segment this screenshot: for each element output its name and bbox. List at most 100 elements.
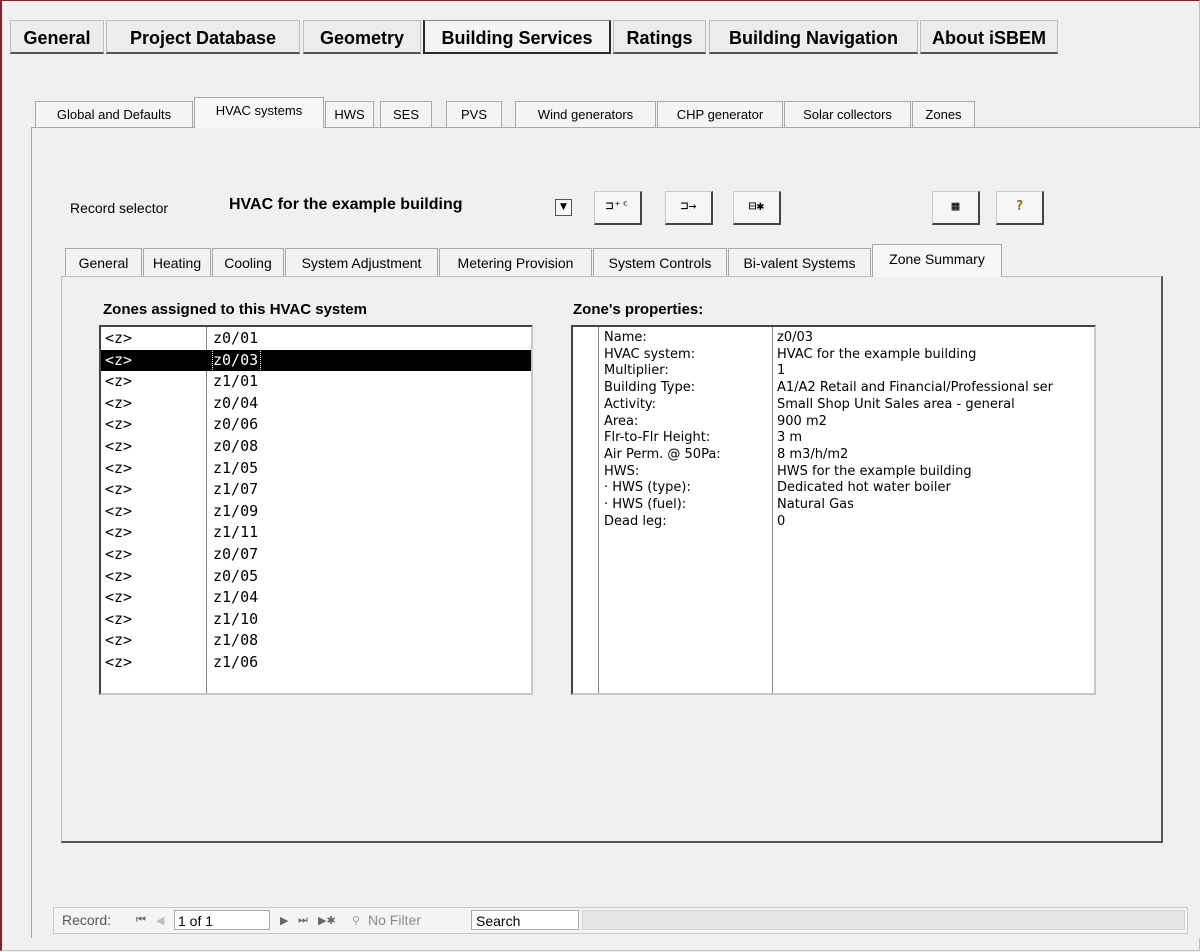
zone-list-row[interactable]: <z> z0/05 — [101, 566, 531, 587]
property-value: Natural Gas — [777, 497, 854, 512]
zone-list-row[interactable]: <z> z1/11 — [101, 522, 531, 543]
property-value: 8 m3/h/m2 — [777, 446, 849, 462]
zone-type-cell: <z> — [105, 545, 133, 563]
zone-type-cell: <z> — [105, 588, 133, 607]
help-icon: ? — [1015, 199, 1024, 214]
zone-name-cell: z1/01 — [213, 372, 259, 391]
no-filter-label[interactable]: No Filter — [368, 912, 421, 928]
tab-pvs[interactable]: PVS — [446, 101, 502, 127]
property-value: 1 — [777, 363, 786, 379]
filter-icon[interactable]: ⚲ — [352, 914, 360, 927]
delete-record-icon: ⊟✱ — [748, 199, 765, 214]
zone-list-row[interactable]: <z> z1/06 — [101, 652, 531, 673]
property-value: Dedicated hot water boiler — [777, 480, 951, 496]
tab-about-isbem[interactable]: About iSBEM — [920, 20, 1058, 54]
tab-global-and-defaults[interactable]: Global and Defaults — [35, 101, 193, 127]
tab-bi-valent-systems[interactable]: Bi-valent Systems — [728, 248, 871, 276]
tab-hvac-cooling[interactable]: Cooling — [212, 248, 284, 276]
tab-zones[interactable]: Zones — [912, 101, 975, 127]
property-value: HWS for the example building — [777, 463, 972, 479]
zone-list-row[interactable]: <z> z0/07 — [101, 544, 531, 565]
zone-name-cell: z0/08 — [213, 437, 259, 455]
tab-hvac-systems[interactable]: HVAC systems — [194, 97, 324, 128]
zone-properties-title: Zone's properties: — [573, 301, 704, 318]
zone-type-cell: <z> — [105, 415, 133, 434]
zone-list-row[interactable]: <z> z0/01 — [101, 328, 531, 349]
zone-property-row: Multiplier: 1 — [573, 363, 1094, 379]
help-button[interactable]: ? — [996, 191, 1044, 225]
tab-hvac-general[interactable]: General — [65, 248, 142, 276]
tab-building-navigation[interactable]: Building Navigation — [709, 20, 918, 54]
record-selector-value: HVAC for the example building — [229, 196, 463, 213]
tab-zone-summary[interactable]: Zone Summary — [872, 244, 1002, 277]
tab-system-controls[interactable]: System Controls — [593, 248, 727, 276]
zone-list-row[interactable]: <z> z1/10 — [101, 609, 531, 630]
copy-record-button[interactable]: ⊐→ — [665, 191, 713, 225]
property-key: Multiplier: — [604, 363, 669, 379]
zone-properties-list: Name: z0/03 HVAC system: HVAC for the examp… — [571, 325, 1096, 695]
tab-system-adjustment[interactable]: System Adjustment — [285, 248, 438, 276]
chevron-down-icon[interactable]: ▼ — [555, 199, 572, 216]
zone-list-row[interactable]: <z> z1/04 — [101, 587, 531, 608]
zone-type-cell: <z> — [105, 458, 133, 477]
tab-general[interactable]: General — [10, 20, 104, 54]
zone-property-row: Area: 900 m2 — [573, 414, 1094, 430]
zone-list-row[interactable]: <z> z1/01 — [101, 371, 531, 392]
zone-property-row: HVAC system: HVAC for the example buildin… — [573, 347, 1094, 363]
tab-geometry[interactable]: Geometry — [303, 20, 421, 54]
previous-record-icon[interactable]: ◀ — [156, 914, 164, 927]
zone-type-cell: <z> — [105, 393, 133, 412]
tab-project-database[interactable]: Project Database — [106, 20, 300, 54]
tab-wind-generators[interactable]: Wind generators — [515, 101, 656, 127]
zone-property-row: Dead leg: 0 — [573, 514, 1094, 530]
new-record-icon[interactable]: ▶✱ — [318, 914, 336, 927]
zone-type-cell: <z> — [105, 523, 133, 542]
zone-list-row[interactable]: <z> z1/07 — [101, 479, 531, 500]
horizontal-scrollbar[interactable] — [582, 910, 1185, 930]
delete-record-button[interactable]: ⊟✱ — [733, 191, 781, 225]
property-value: Small Shop Unit Sales area - general — [777, 396, 1015, 412]
zone-list-row[interactable]: <z> z1/05 — [101, 458, 531, 479]
property-key: · HWS (type): — [604, 480, 691, 496]
last-record-icon[interactable]: ⏭ — [298, 914, 308, 927]
zone-type-cell: <z> — [105, 653, 133, 671]
add-record-button[interactable]: ⊐⁺ᶜ — [594, 191, 642, 225]
zone-list-row[interactable]: <z> z0/08 — [101, 436, 531, 457]
first-record-icon[interactable]: ⏮ — [136, 914, 146, 927]
property-key: · HWS (fuel): — [604, 497, 687, 512]
property-value: HVAC for the example building — [777, 346, 977, 362]
zone-list-row[interactable]: <z> z0/06 — [101, 414, 531, 435]
next-record-icon[interactable]: ▶ — [280, 914, 288, 927]
zone-name-cell: z0/04 — [213, 393, 259, 412]
tab-hws[interactable]: HWS — [325, 101, 374, 127]
zones-list[interactable]: <z> z0/01 <z> z0/03 <z> z1/01 <z> z0/04 <z> z0/06… — [99, 325, 533, 695]
zone-list-row[interactable]: <z> z0/03 — [101, 348, 531, 372]
current-record-field[interactable]: 1 of 1 — [174, 910, 270, 930]
tab-ses[interactable]: SES — [380, 101, 432, 127]
zone-name-cell: z0/03 — [211, 348, 262, 372]
property-key: Air Perm. @ 50Pa: — [604, 446, 721, 462]
zone-property-row: Air Perm. @ 50Pa: 8 m3/h/m2 — [573, 447, 1094, 463]
property-value: 0 — [777, 513, 786, 529]
tab-hvac-heating[interactable]: Heating — [143, 248, 211, 276]
property-key: Dead leg: — [604, 513, 667, 529]
zone-type-cell: <z> — [105, 480, 133, 499]
zone-name-cell: z1/06 — [213, 653, 259, 671]
zone-list-row[interactable]: <z> z1/09 — [101, 501, 531, 522]
zone-type-cell: <z> — [105, 329, 133, 347]
table-view-button[interactable]: ▦ — [932, 191, 980, 225]
record-selector-combo[interactable]: HVAC for the example building ▼ — [221, 192, 581, 220]
zones-list-title: Zones assigned to this HVAC system — [103, 301, 367, 318]
tab-metering-provision[interactable]: Metering Provision — [439, 248, 592, 276]
zone-name-cell: z1/04 — [213, 588, 259, 607]
tab-building-services[interactable]: Building Services — [423, 20, 611, 54]
zone-name-cell: z1/05 — [213, 458, 259, 477]
zone-name-cell: z1/09 — [213, 501, 259, 520]
tab-chp-generator[interactable]: CHP generator — [657, 101, 783, 127]
zone-name-cell: z1/08 — [213, 631, 259, 650]
tab-ratings[interactable]: Ratings — [613, 20, 706, 54]
zone-list-row[interactable]: <z> z1/08 — [101, 630, 531, 651]
tab-solar-collectors[interactable]: Solar collectors — [784, 101, 911, 127]
search-input[interactable]: Search — [471, 910, 579, 930]
zone-list-row[interactable]: <z> z0/04 — [101, 393, 531, 414]
